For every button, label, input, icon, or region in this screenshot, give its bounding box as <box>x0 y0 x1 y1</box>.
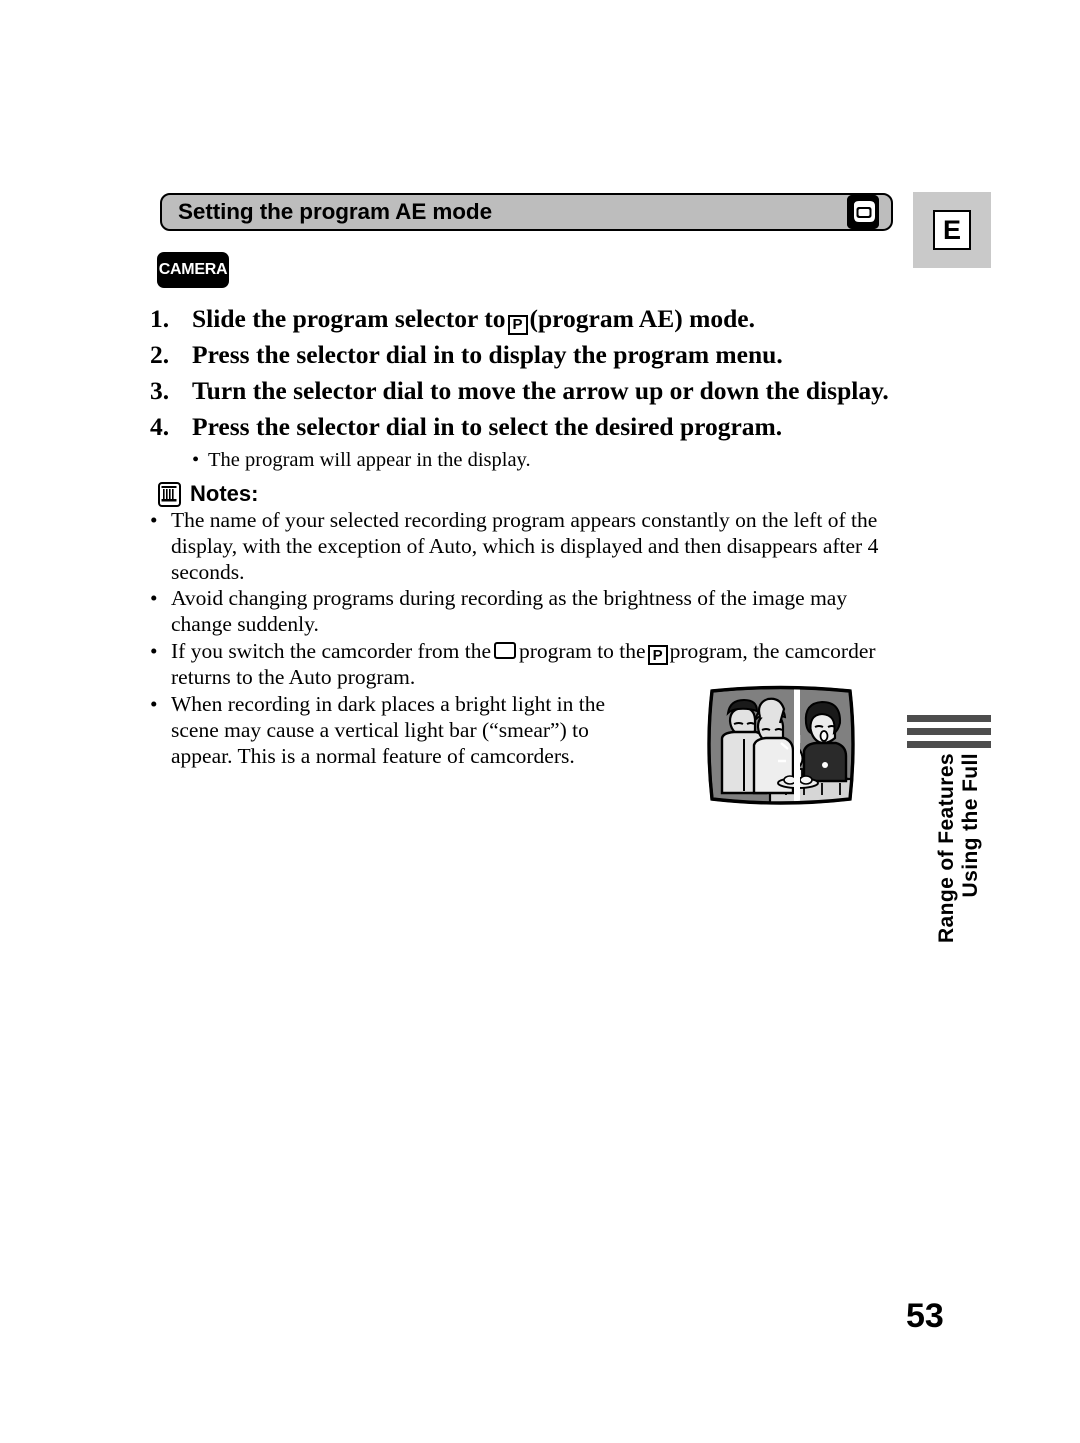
step-4: 4. Press the selector dial in to select … <box>150 410 910 443</box>
side-tab-bar <box>907 741 991 748</box>
step-1: 1. Slide the program selector to P (progra… <box>150 302 910 335</box>
note-text: When recording in dark places a bright l… <box>171 692 606 768</box>
side-tab-bar <box>907 715 991 722</box>
note-3-part2: program to the <box>519 638 646 663</box>
step-text: Press the selector dial in to select the… <box>192 412 783 441</box>
step-text: Turn the selector dial to move the arrow… <box>192 376 889 405</box>
step-4-sub-bullet: • The program will appear in the display… <box>192 446 910 474</box>
program-ae-p-icon: P <box>507 314 528 335</box>
step-text: Press the selector dial in to display th… <box>192 340 783 369</box>
auto-mode-box-icon <box>494 641 516 659</box>
section-side-tab: Using the Full Range of Features <box>898 705 993 965</box>
bullet-dot: • <box>150 586 158 611</box>
side-tab-bar <box>907 728 991 735</box>
note-item: • The name of your selected recording pr… <box>150 508 895 585</box>
note-3-part1: If you switch the camcorder from the <box>171 638 491 663</box>
bullet-dot: • <box>150 692 158 717</box>
page-number: 53 <box>906 1297 944 1335</box>
bullet-dot: • <box>150 638 158 663</box>
bullet-dot: • <box>192 449 200 471</box>
smear-example-illustration <box>698 683 863 811</box>
side-tab-bars <box>907 715 991 754</box>
step-text: Slide the program selector to P (program A… <box>192 302 910 335</box>
note-text: The name of your selected recording prog… <box>171 508 879 584</box>
notes-heading-label: Notes: <box>190 481 259 506</box>
language-tab-letter: E <box>933 210 971 250</box>
camcorder-card-icon <box>847 195 879 229</box>
step-4-sub-bullet-text: The program will appear in the display. <box>208 449 531 471</box>
language-tab: E <box>913 192 991 268</box>
step-1-text-before: Slide the program selector to <box>192 304 506 333</box>
step-1-text-after: (program AE) mode. <box>529 304 755 333</box>
step-3: 3. Turn the selector dial to move the ar… <box>150 374 910 407</box>
instruction-steps: 1. Slide the program selector to P (progra… <box>150 302 910 474</box>
side-tab-line-2: Range of Features <box>935 753 958 944</box>
step-number: 2. <box>150 340 170 369</box>
note-item: • Avoid changing programs during recordi… <box>150 586 895 638</box>
step-number: 3. <box>150 376 170 405</box>
side-tab-text: Using the Full Range of Features <box>898 753 993 963</box>
step-number: 4. <box>150 412 170 441</box>
section-header-bar: Setting the program AE mode <box>160 193 893 231</box>
page-title: Setting the program AE mode <box>178 199 492 224</box>
note-text: Avoid changing programs during recording… <box>171 586 848 637</box>
step-number: 1. <box>150 304 170 333</box>
step-2: 2. Press the selector dial in to display… <box>150 338 910 371</box>
notes-heading: Notes: <box>158 481 258 507</box>
bullet-dot: • <box>150 508 158 532</box>
program-ae-p-icon: P <box>647 645 668 666</box>
mode-badge-camera: CAMERA <box>157 252 229 288</box>
note-memo-icon <box>158 481 181 507</box>
side-tab-line-1: Using the Full <box>959 753 982 898</box>
